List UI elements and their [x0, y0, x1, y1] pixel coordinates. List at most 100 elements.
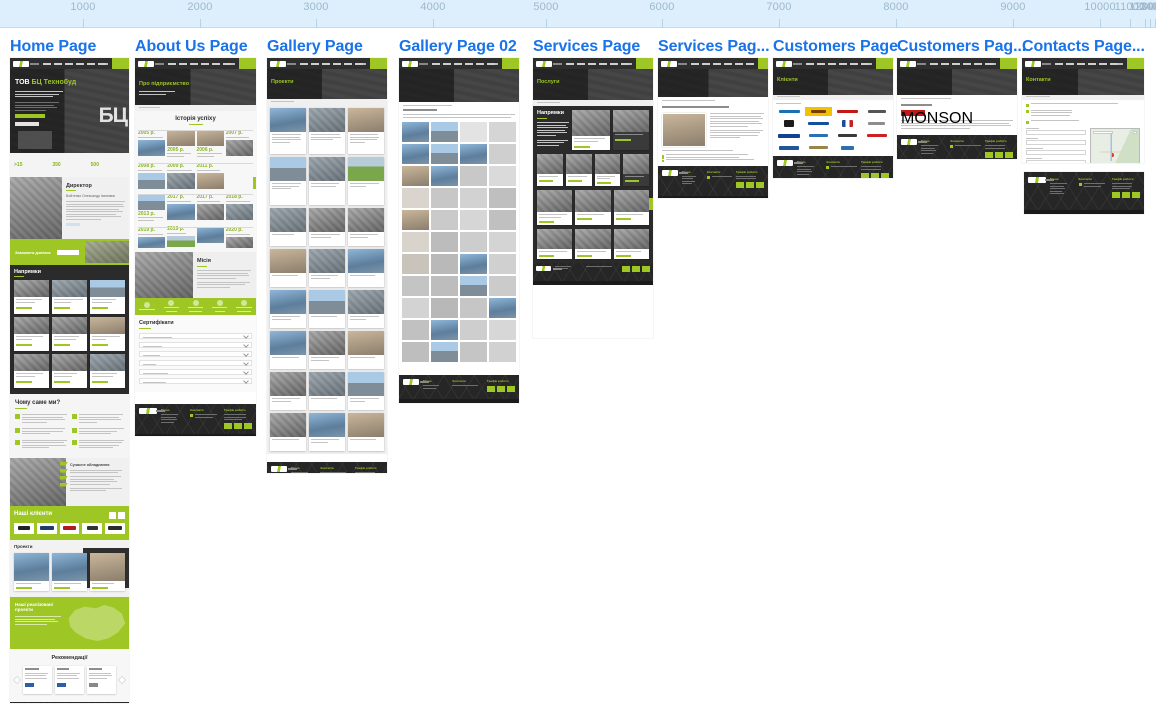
photo-thumb[interactable] — [489, 166, 516, 186]
phone-number[interactable] — [869, 62, 872, 65]
nav-item[interactable] — [828, 62, 836, 65]
gallery-card[interactable] — [348, 108, 384, 154]
direction-card[interactable] — [14, 354, 49, 388]
nav-item[interactable] — [476, 62, 484, 65]
nav-cta-button[interactable] — [1000, 58, 1017, 69]
artboard-customers-page[interactable]: Customers Page Клієнти Контакти Графік р… — [773, 38, 898, 178]
nav-item[interactable] — [1099, 62, 1107, 65]
site-navbar[interactable] — [10, 58, 129, 69]
client-logo[interactable] — [805, 143, 832, 152]
site-navbar[interactable] — [1022, 58, 1144, 69]
social-icon[interactable] — [736, 182, 744, 188]
photo-thumb[interactable] — [431, 298, 458, 318]
nav-item[interactable] — [974, 62, 982, 65]
gallery-card[interactable] — [348, 208, 384, 246]
service-card[interactable] — [537, 153, 563, 186]
gallery-card[interactable] — [348, 290, 384, 328]
photo-thumb[interactable] — [489, 188, 516, 208]
gallery-card[interactable] — [348, 157, 384, 205]
artboard-canvas-contacts-footer[interactable]: Меню Контакти Графік роботи — [1024, 172, 1144, 214]
social-icon[interactable] — [507, 386, 515, 392]
site-navbar[interactable] — [897, 58, 1017, 69]
photo-thumb[interactable] — [460, 188, 487, 208]
nav-item[interactable] — [465, 62, 473, 65]
photo-thumb[interactable] — [489, 254, 516, 274]
photo-thumb[interactable] — [431, 144, 458, 164]
site-logo-icon[interactable] — [900, 60, 926, 67]
site-navbar[interactable] — [267, 58, 387, 69]
nav-item[interactable] — [817, 62, 825, 65]
nav-item[interactable] — [454, 62, 462, 65]
photo-thumb[interactable] — [431, 122, 458, 142]
gallery-card[interactable] — [348, 372, 384, 410]
direction-card[interactable] — [52, 354, 87, 388]
client-logo[interactable] — [105, 522, 125, 534]
nav-item[interactable] — [610, 62, 618, 65]
message-field[interactable] — [1026, 159, 1086, 163]
nav-item[interactable] — [179, 62, 187, 65]
nav-menu[interactable] — [691, 62, 754, 65]
service-card[interactable] — [575, 190, 611, 225]
artboard-canvas-gallery02[interactable]: Меню Контакти Графік роботи — [399, 58, 519, 403]
photo-thumb[interactable] — [460, 254, 487, 274]
service-card[interactable] — [613, 110, 649, 150]
breadcrumb[interactable] — [658, 97, 768, 101]
nav-item[interactable] — [344, 62, 352, 65]
photo-thumb[interactable] — [489, 232, 516, 252]
client-logo[interactable] — [834, 107, 861, 116]
site-navbar[interactable] — [399, 58, 519, 69]
gallery-card[interactable] — [270, 249, 306, 287]
nav-item[interactable] — [223, 62, 231, 65]
site-logo-icon[interactable] — [776, 60, 802, 67]
client-logo[interactable] — [863, 143, 890, 152]
photo-thumb[interactable] — [431, 188, 458, 208]
artboard-contacts-page[interactable]: Contacts Page... Контакти — [1022, 38, 1145, 163]
artboard-canvas-gallery[interactable]: Проекти Контакти Графік роботи — [267, 58, 387, 473]
nav-menu[interactable] — [168, 62, 231, 65]
hero-secondary-button[interactable] — [15, 122, 39, 126]
nav-item[interactable] — [599, 62, 607, 65]
nav-item[interactable] — [65, 62, 73, 65]
nav-item[interactable] — [806, 62, 814, 65]
certificate-row[interactable] — [139, 351, 252, 357]
photo-thumb[interactable] — [402, 254, 429, 274]
nav-item[interactable] — [54, 62, 62, 65]
site-logo-icon[interactable] — [536, 60, 562, 67]
hero-cta-button[interactable] — [15, 114, 45, 118]
site-logo-icon[interactable] — [1025, 60, 1051, 67]
nav-item[interactable] — [168, 62, 176, 65]
photo-thumb[interactable] — [460, 122, 487, 142]
photo-thumb[interactable] — [460, 144, 487, 164]
nav-item[interactable] — [212, 62, 220, 65]
client-logo[interactable] — [834, 119, 861, 128]
social-icon[interactable] — [881, 172, 889, 178]
photo-thumb[interactable] — [431, 276, 458, 296]
gallery-card[interactable] — [270, 372, 306, 410]
horizontal-ruler[interactable]: 1000 2000 3000 4000 5000 6000 7000 8000 9000 1000… — [0, 0, 1156, 28]
nav-item[interactable] — [1110, 62, 1118, 65]
social-icon[interactable] — [224, 423, 232, 429]
nav-item[interactable] — [487, 62, 495, 65]
certificate-row[interactable] — [139, 360, 252, 366]
gallery-card[interactable] — [309, 331, 345, 369]
nav-menu[interactable] — [1055, 62, 1118, 65]
gallery-card[interactable] — [309, 290, 345, 328]
artboard-customers-page-02[interactable]: Customers Pag... MONSON Меню Кон — [897, 38, 1026, 159]
photo-thumb[interactable] — [489, 144, 516, 164]
social-icon[interactable] — [756, 182, 764, 188]
nav-item[interactable] — [1066, 62, 1074, 65]
direction-card[interactable] — [90, 317, 125, 351]
photo-thumb[interactable] — [402, 298, 429, 318]
nav-item[interactable] — [1077, 62, 1085, 65]
certificate-row[interactable] — [139, 369, 252, 375]
service-card[interactable] — [613, 228, 649, 259]
nav-cta-button[interactable] — [1127, 58, 1144, 69]
photo-thumb[interactable] — [460, 232, 487, 252]
photo-thumb[interactable] — [402, 232, 429, 252]
gallery-card[interactable] — [309, 249, 345, 287]
social-links[interactable] — [736, 182, 764, 188]
gallery-card[interactable] — [270, 290, 306, 328]
map-search-box[interactable] — [1093, 130, 1113, 134]
nav-item[interactable] — [952, 62, 960, 65]
artboard-home-page[interactable]: Home Page ТОВ БЦ Технобуд БЦ >15 350 500… — [10, 38, 129, 703]
